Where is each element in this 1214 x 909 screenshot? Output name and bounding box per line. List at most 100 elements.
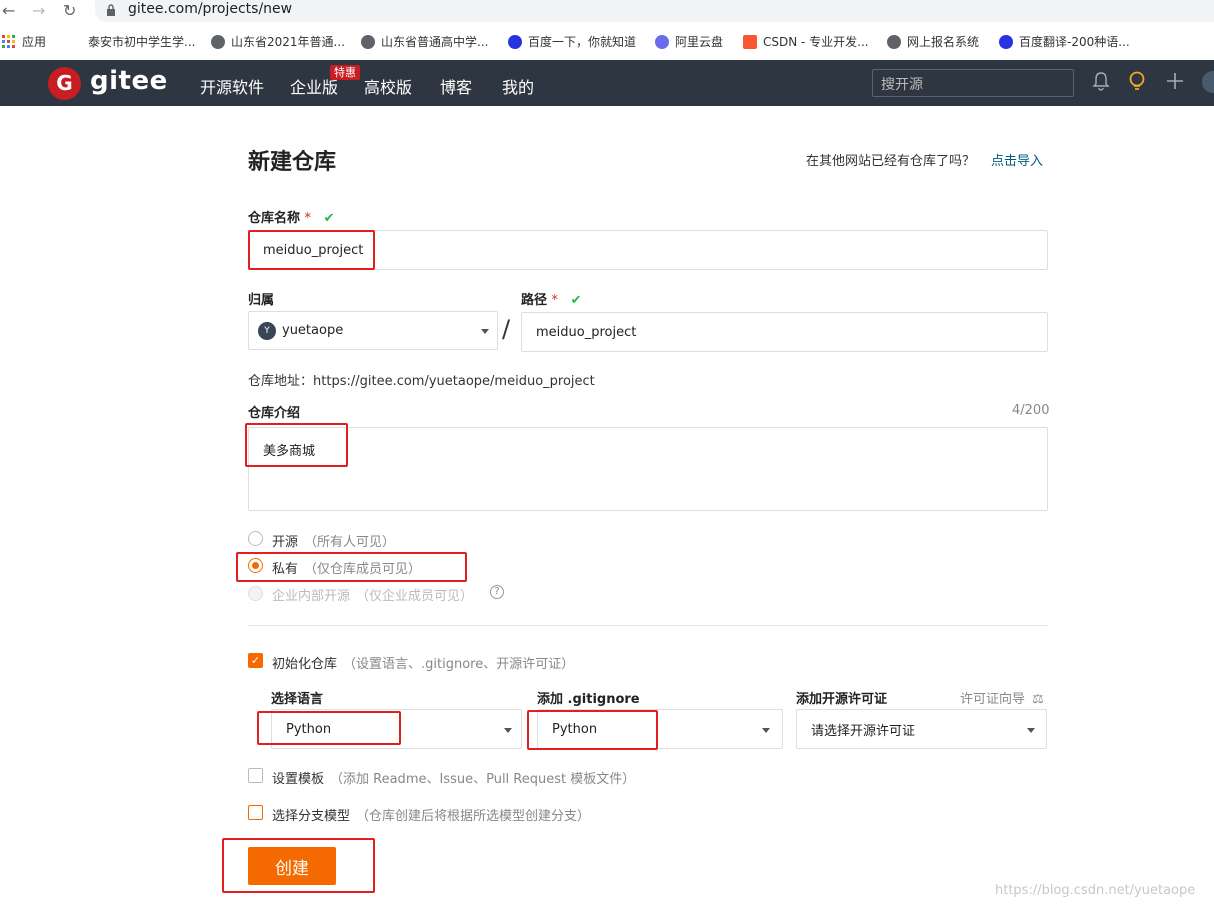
address-value: https://gitee.com/yuetaope/meiduo_projec…: [313, 374, 595, 389]
license-guide-text: 许可证向导: [960, 692, 1026, 707]
intro-label: 仓库介绍: [248, 406, 301, 421]
bookmarks-bar: 应用 泰安市初中学生学... 山东省2021年普通... 山东省普通高中学...…: [0, 28, 1214, 56]
annotation-box: [248, 230, 375, 270]
forward-icon[interactable]: →: [32, 1, 45, 20]
bookmark-item[interactable]: 山东省2021年普通...: [211, 33, 345, 50]
url-text[interactable]: gitee.com/projects/new: [128, 1, 292, 17]
owner-value: yuetaope: [282, 323, 344, 338]
template-label[interactable]: 设置模板 （添加 Readme、Issue、Pull Request 模板文件）: [272, 768, 635, 787]
radio-public-label[interactable]: 开源 （所有人可见）: [272, 531, 395, 550]
chevron-down-icon: [481, 329, 489, 334]
bookmark-label: 山东省普通高中学...: [381, 35, 489, 49]
template-hint: （添加 Readme、Issue、Pull Request 模板文件）: [330, 772, 636, 787]
nav-open-source[interactable]: 开源软件: [200, 74, 264, 98]
radio-public[interactable]: [248, 531, 263, 546]
branch-model-label[interactable]: 选择分支模型 （仓库创建后将根据所选模型创建分支）: [272, 805, 590, 824]
intro-char-count: 4/200: [1012, 403, 1050, 418]
check-icon: ✔: [323, 211, 335, 226]
gitignore-label: 添加 .gitignore: [537, 692, 640, 707]
watermark: https://blog.csdn.net/yuetaope: [995, 883, 1196, 898]
bookmark-label: 百度翻译-200种语...: [1019, 35, 1130, 49]
visibility-hint: （所有人可见）: [304, 535, 396, 550]
annotation-box: [527, 710, 658, 750]
bookmark-label: 阿里云盘: [675, 35, 724, 49]
aliyun-drive-icon: [655, 35, 669, 49]
scale-icon: ⚖: [1032, 692, 1044, 707]
globe-icon: [361, 35, 375, 49]
bookmark-label: 山东省2021年普通...: [231, 35, 345, 49]
globe-icon: [211, 35, 225, 49]
branch-label-text: 选择分支模型: [272, 809, 351, 824]
template-label-text: 设置模板: [272, 772, 325, 787]
radio-enterprise: [248, 586, 263, 601]
license-select[interactable]: 请选择开源许可证: [796, 709, 1047, 749]
path-input[interactable]: meiduo_project: [521, 312, 1048, 352]
template-checkbox[interactable]: [248, 768, 263, 783]
bookmark-item[interactable]: 百度翻译-200种语...: [999, 33, 1130, 50]
repo-name-label-text: 仓库名称: [248, 211, 301, 226]
import-question: 在其他网站已经有仓库了吗？: [806, 154, 976, 169]
chevron-down-icon: [504, 728, 512, 733]
path-label-text: 路径: [521, 293, 548, 308]
init-repo-label[interactable]: 初始化仓库 （设置语言、.gitignore、开源许可证）: [272, 653, 574, 672]
bookmark-label: 网上报名系统: [907, 35, 980, 49]
init-repo-checkbox[interactable]: ✓: [248, 653, 263, 668]
bookmark-label: 百度一下，你就知道: [528, 35, 637, 49]
license-placeholder: 请选择开源许可证: [811, 723, 916, 739]
bookmark-item[interactable]: 泰安市初中学生学...: [88, 33, 195, 50]
chevron-down-icon: [1027, 728, 1035, 733]
nav-blog[interactable]: 博客: [440, 74, 472, 98]
lightbulb-icon[interactable]: [1128, 71, 1146, 98]
path-value: meiduo_project: [536, 324, 637, 340]
owner-select[interactable]: Y yuetaope: [248, 311, 498, 350]
baidu-paw-icon: [999, 35, 1013, 49]
repo-address: 仓库地址：https://gitee.com/yuetaope/meiduo_p…: [248, 370, 595, 389]
annotation-box: [245, 423, 348, 467]
required-mark: *: [304, 211, 312, 226]
help-icon[interactable]: ?: [490, 585, 504, 599]
bookmark-label: 应用: [22, 35, 47, 49]
page-title: 新建仓库: [248, 150, 337, 175]
browser-chrome: ← → ↻ gitee.com/projects/new 应用 泰安市初中学生学…: [0, 0, 1214, 60]
visibility-hint: （仅企业成员可见）: [356, 589, 474, 604]
bell-icon[interactable]: [1092, 71, 1110, 96]
bookmark-item[interactable]: CSDN - 专业开发...: [743, 33, 869, 50]
csdn-icon: [743, 35, 757, 49]
address-label: 仓库地址：: [248, 374, 314, 389]
radio-enterprise-label: 企业内部开源 （仅企业成员可见）: [272, 585, 473, 604]
reload-icon[interactable]: ↻: [63, 1, 76, 20]
import-link[interactable]: 点击导入: [991, 150, 1043, 169]
owner-avatar: Y: [258, 321, 276, 340]
intro-textarea[interactable]: 美多商城: [248, 427, 1048, 511]
bookmark-item[interactable]: 阿里云盘: [655, 33, 723, 50]
language-label: 选择语言: [271, 692, 324, 707]
branch-model-checkbox[interactable]: [248, 805, 263, 820]
plus-icon[interactable]: [1165, 71, 1185, 96]
gitee-logo-text[interactable]: gitee: [90, 66, 168, 96]
bookmark-item[interactable]: 山东省普通高中学...: [361, 33, 488, 50]
bookmark-item[interactable]: 网上报名系统: [887, 33, 979, 50]
apps-grid-icon: [2, 35, 15, 48]
nav-university[interactable]: 高校版: [364, 74, 412, 98]
license-guide-link[interactable]: 许可证向导 ⚖: [960, 688, 1044, 707]
nav-mine[interactable]: 我的: [502, 74, 534, 98]
branch-hint: （仓库创建后将根据所选模型创建分支）: [356, 809, 591, 824]
globe-icon: [887, 35, 901, 49]
visibility-label: 开源: [272, 535, 299, 550]
path-label: 路径 * ✔: [521, 289, 581, 308]
gitee-logo-icon[interactable]: G: [48, 67, 81, 100]
required-mark: *: [551, 293, 559, 308]
chevron-down-icon: [762, 728, 770, 733]
bookmark-item[interactable]: 百度一下，你就知道: [508, 33, 636, 50]
init-hint: （设置语言、.gitignore、开源许可证）: [343, 657, 575, 672]
back-icon[interactable]: ←: [2, 1, 15, 20]
bookmark-apps[interactable]: 应用: [2, 33, 46, 50]
path-separator: /: [502, 315, 511, 343]
divider: [248, 625, 1048, 626]
annotation-box: [257, 711, 401, 745]
annotation-box: [222, 838, 375, 893]
check-icon: ✔: [570, 293, 582, 308]
search-input[interactable]: 搜开源: [872, 69, 1074, 97]
init-label-text: 初始化仓库: [272, 657, 338, 672]
license-label: 添加开源许可证: [796, 692, 888, 707]
